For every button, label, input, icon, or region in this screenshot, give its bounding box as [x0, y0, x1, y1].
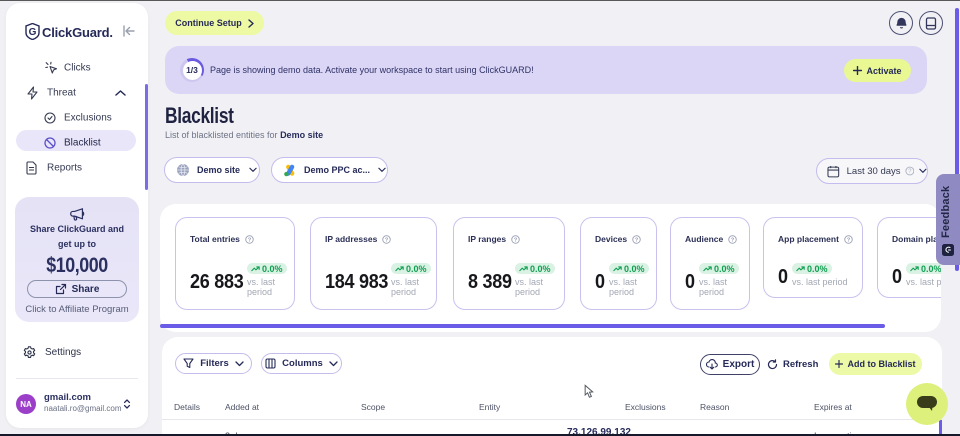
svg-text:?: ? — [731, 237, 735, 243]
svg-text:G: G — [29, 27, 37, 38]
svg-text:?: ? — [908, 168, 912, 175]
svg-text:?: ? — [635, 237, 639, 243]
svg-text:?: ? — [847, 237, 851, 243]
svg-text:?: ? — [514, 237, 518, 243]
svg-text:?: ? — [385, 237, 389, 243]
svg-text:?: ? — [248, 237, 252, 243]
